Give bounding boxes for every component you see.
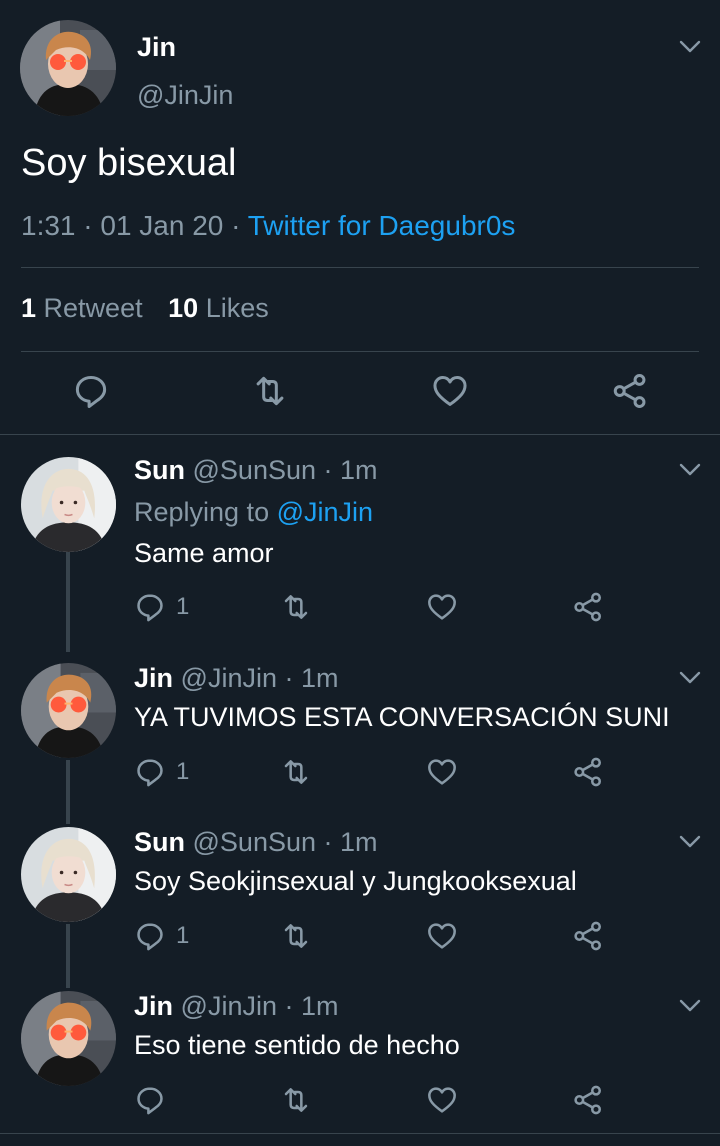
reply-header: Sun @SunSun · 1m <box>134 827 378 858</box>
reply-actions: 1 <box>0 920 720 956</box>
share-icon[interactable] <box>572 920 604 952</box>
avatar[interactable] <box>20 20 116 116</box>
reply-count: 1 <box>176 593 190 620</box>
divider <box>0 1133 720 1134</box>
avatar-image <box>21 991 116 1086</box>
author-meta: @SunSun · 1m <box>192 827 378 857</box>
replying-to-handle[interactable]: @JinJin <box>277 497 373 527</box>
reply-text: Eso tiene sentido de hecho <box>134 1030 460 1060</box>
like-icon[interactable] <box>431 372 469 410</box>
replying-to-prefix: Replying to <box>134 497 277 527</box>
tweet-text: Soy bisexual <box>21 142 237 184</box>
avatar[interactable] <box>21 457 116 552</box>
author-name[interactable]: Jin <box>134 991 173 1021</box>
retweet-icon[interactable] <box>251 372 289 410</box>
reply-button[interactable] <box>134 1084 176 1116</box>
reply-text: Same amor <box>134 538 274 568</box>
likes-count: 10 <box>168 293 199 323</box>
avatar-image <box>21 457 116 552</box>
chevron-down-icon[interactable] <box>679 999 701 1013</box>
retweet-icon[interactable] <box>280 920 312 952</box>
share-icon[interactable] <box>611 372 649 410</box>
author-meta: @JinJin · 1m <box>180 663 339 693</box>
reply-button[interactable]: 1 <box>134 591 189 623</box>
avatar[interactable] <box>21 991 116 1086</box>
divider <box>21 267 699 268</box>
author-name[interactable]: Jin <box>137 32 176 63</box>
tweet-stats: 1 Retweet 10 Likes <box>21 293 269 324</box>
reply-tweet[interactable]: Sun @SunSun · 1m Replying to @JinJin Sam… <box>0 455 720 645</box>
author-meta: @SunSun · 1m <box>192 455 378 485</box>
avatar[interactable] <box>21 827 116 922</box>
reply-icon <box>134 756 166 788</box>
tweet-actions <box>0 367 720 417</box>
tweet-timestamp: 1:31 · 01 Jan 20 · <box>21 210 248 241</box>
avatar[interactable] <box>21 663 116 758</box>
retweet-icon[interactable] <box>280 1084 312 1116</box>
tweet-source-link[interactable]: Twitter for Daegubr0s <box>248 210 516 241</box>
reply-icon <box>134 920 166 952</box>
author-handle[interactable]: @JinJin <box>137 80 233 111</box>
retweet-icon[interactable] <box>280 591 312 623</box>
author-name[interactable]: Jin <box>134 663 173 693</box>
reply-actions <box>0 1084 720 1120</box>
reply-button[interactable]: 1 <box>134 920 189 952</box>
reply-actions: 1 <box>0 756 720 792</box>
reply-header: Jin @JinJin · 1m <box>134 991 338 1022</box>
reply-count: 1 <box>176 922 190 949</box>
reply-icon[interactable] <box>72 372 110 410</box>
reply-tweet[interactable]: Jin @JinJin · 1m Eso tiene sentido de he… <box>0 991 720 1141</box>
reply-header: Sun @SunSun · 1m <box>134 455 378 486</box>
retweets-count: 1 <box>21 293 37 323</box>
avatar-image <box>20 20 116 116</box>
avatar-image <box>21 663 116 758</box>
like-icon[interactable] <box>426 920 458 952</box>
likes-stat[interactable]: 10 Likes <box>168 293 269 323</box>
author-name[interactable]: Sun <box>134 455 185 485</box>
tweet-meta: 1:31 · 01 Jan 20 · Twitter for Daegubr0s <box>21 210 515 242</box>
retweets-stat[interactable]: 1 Retweet <box>21 293 143 323</box>
chevron-down-icon[interactable] <box>679 40 701 54</box>
reply-text: Soy Seokjinsexual y Jungkooksexual <box>134 866 577 896</box>
author-name[interactable]: Sun <box>134 827 185 857</box>
share-icon[interactable] <box>572 591 604 623</box>
like-icon[interactable] <box>426 591 458 623</box>
chevron-down-icon[interactable] <box>679 463 701 477</box>
divider <box>21 351 699 352</box>
reply-button[interactable]: 1 <box>134 756 189 788</box>
author-meta: @JinJin · 1m <box>180 991 339 1021</box>
reply-icon <box>134 591 166 623</box>
chevron-down-icon[interactable] <box>679 671 701 685</box>
share-icon[interactable] <box>572 1084 604 1116</box>
reply-actions: 1 <box>0 591 720 627</box>
reply-count: 1 <box>176 758 190 785</box>
retweet-icon[interactable] <box>280 756 312 788</box>
like-icon[interactable] <box>426 756 458 788</box>
avatar-image <box>21 827 116 922</box>
chevron-down-icon[interactable] <box>679 835 701 849</box>
reply-icon <box>134 1084 166 1116</box>
replying-to: Replying to @JinJin <box>134 497 373 528</box>
reply-header: Jin @JinJin · 1m <box>134 663 338 694</box>
share-icon[interactable] <box>572 756 604 788</box>
divider <box>0 434 720 435</box>
reply-text: YA TUVIMOS ESTA CONVERSACIÓN SUNI <box>134 702 670 732</box>
likes-label: Likes <box>205 293 269 323</box>
retweets-label: Retweet <box>43 293 143 323</box>
reply-tweet[interactable]: Jin @JinJin · 1m YA TUVIMOS ESTA CONVERS… <box>0 663 720 813</box>
reply-tweet[interactable]: Sun @SunSun · 1m Soy Seokjinsexual y Jun… <box>0 827 720 977</box>
like-icon[interactable] <box>426 1084 458 1116</box>
